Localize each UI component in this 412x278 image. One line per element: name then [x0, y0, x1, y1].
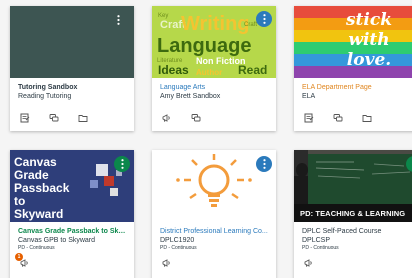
announcements-icon[interactable] [304, 258, 314, 268]
course-code: DPLCSP [302, 237, 331, 244]
course-code: Canvas GPB to Skyward [18, 237, 96, 244]
discussions-icon[interactable] [333, 113, 343, 123]
svg-text:Craft: Craft [244, 22, 257, 28]
announcements-icon[interactable] [162, 258, 172, 268]
course-card-image[interactable]: stick with love. [294, 6, 412, 78]
files-icon[interactable] [78, 113, 88, 123]
discussions-icon[interactable] [191, 113, 201, 123]
course-card-image[interactable]: Canvas Grade Passback to Skyward [10, 150, 134, 222]
course-card-language-arts[interactable]: Key Craft Writing Craft Language Literat… [152, 6, 276, 131]
course-title[interactable]: Language Arts [160, 83, 268, 92]
assignments-icon[interactable] [304, 113, 314, 123]
course-card-image[interactable] [152, 150, 276, 222]
course-options-icon[interactable] [110, 12, 126, 28]
course-card-canvas-grade-passback[interactable]: Canvas Grade Passback to Skyward Canvas … [10, 150, 134, 278]
assignments-icon[interactable] [20, 113, 30, 123]
course-card-image[interactable]: Key Craft Writing Craft Language Literat… [152, 6, 276, 78]
files-icon[interactable] [362, 113, 372, 123]
course-code: Reading Tutoring [18, 93, 72, 100]
course-card-image[interactable] [10, 6, 134, 78]
svg-text:Writing: Writing [181, 13, 250, 35]
course-options-icon[interactable] [256, 156, 272, 172]
course-title[interactable]: Canvas Grade Passback to Skyward [18, 227, 126, 236]
course-title[interactable]: District Professional Learning Co... [160, 227, 268, 236]
hero-text-line: stick [345, 10, 392, 30]
hero-text-line: Skyward [14, 207, 64, 221]
course-title[interactable]: DPLC Self-Paced Course [302, 227, 410, 236]
course-options-icon[interactable] [114, 156, 130, 172]
svg-text:Language: Language [157, 35, 251, 57]
announcements-icon[interactable] [162, 113, 172, 123]
hero-text-line: with [348, 30, 390, 50]
svg-text:Author: Author [196, 68, 222, 77]
course-title[interactable]: Tutoring Sandbox [18, 83, 126, 92]
course-card-ela-department[interactable]: stick with love. ELA Department Page ELA [294, 6, 412, 131]
course-title[interactable]: ELA Department Page [302, 83, 410, 92]
course-options-icon[interactable] [256, 11, 272, 27]
unread-count-badge: 1 [15, 253, 23, 261]
discussions-icon[interactable] [49, 113, 59, 123]
course-card-tutoring-sandbox[interactable]: Tutoring Sandbox Reading Tutoring [10, 6, 134, 131]
course-card-dplc-self-paced[interactable]: PD: TEACHING & LEARNING DPLC Self-Paced … [294, 150, 412, 278]
course-code: ELA [302, 93, 316, 100]
course-code: DPLC1920 [160, 237, 195, 244]
course-code: Amy Brett Sandbox [160, 93, 221, 100]
svg-text:Read: Read [238, 63, 267, 77]
hero-banner-text: PD: TEACHING & LEARNING [300, 209, 406, 218]
hero-text-line: love. [346, 50, 392, 70]
announcements-icon[interactable]: 1 [15, 253, 30, 268]
svg-text:Ideas: Ideas [158, 63, 189, 77]
course-card-district-professional-learning[interactable]: District Professional Learning Co... DPL… [152, 150, 276, 278]
course-card-image[interactable]: PD: TEACHING & LEARNING [294, 150, 412, 222]
